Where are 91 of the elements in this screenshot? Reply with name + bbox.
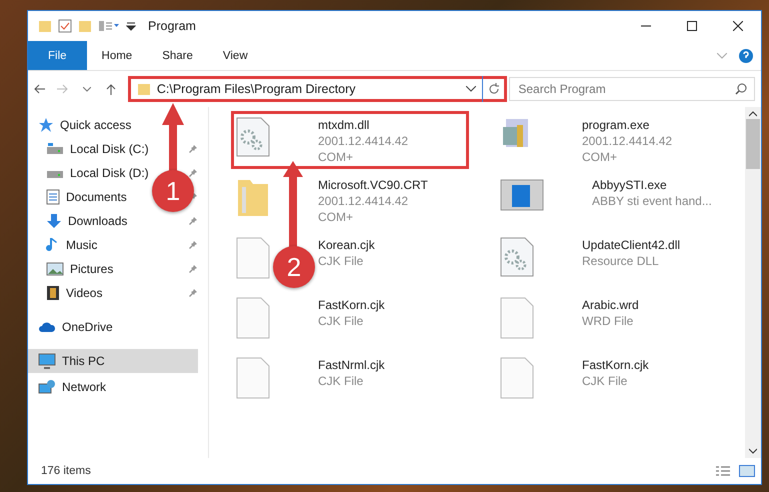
maximize-icon (687, 21, 697, 31)
picture-icon (46, 262, 64, 276)
file-detail: CJK File (318, 253, 364, 269)
forward-arrow-icon (56, 84, 69, 94)
file-detail: Resource DLL (582, 253, 660, 269)
properties-check-icon (58, 19, 72, 33)
file-name: FastNrml.cjk (318, 357, 385, 373)
file-name: Arabic.wrd (582, 297, 639, 313)
ribbon-tab[interactable]: Home (86, 41, 148, 70)
list-dropdown-icon (98, 19, 120, 33)
pin-icon (188, 168, 198, 178)
sidebar-item[interactable]: Local Disk (D:) (28, 161, 153, 185)
file-detail: COM+ (582, 149, 618, 165)
ribbon-tab[interactable]: Share (147, 41, 208, 70)
pin-icon (188, 288, 198, 298)
file-name: Microsoft.VC90.CRT (318, 177, 428, 193)
gear-file-icon (236, 117, 270, 157)
sidebar-item[interactable]: Downloads (28, 209, 132, 233)
film-strip-icon (46, 285, 60, 301)
monitor-icon (38, 353, 56, 369)
download-arrow-icon (46, 213, 62, 229)
sidebar-item[interactable]: This PC (28, 349, 198, 373)
window-title: Program (148, 19, 196, 33)
expand-ribbon-icon (717, 52, 727, 58)
sidebar-item[interactable]: Music (28, 233, 102, 257)
folder-icon (236, 177, 270, 217)
scrollbar-thumb[interactable] (746, 119, 760, 169)
sidebar-item[interactable]: Documents (28, 185, 131, 209)
file-name: AbbyySTI.exe (592, 177, 668, 193)
file-detail: 2001.12.4414.42 (318, 133, 408, 149)
file-detail: WRD File (582, 313, 634, 329)
file-detail: COM+ (318, 149, 354, 165)
sidebar-item[interactable]: Videos (28, 281, 106, 305)
new-folder-icon (78, 19, 92, 33)
pin-icon (188, 216, 198, 226)
details-view-icon (715, 465, 731, 477)
gear-file-icon (500, 237, 534, 277)
pin-icon (188, 240, 198, 250)
cloud-icon (38, 321, 56, 333)
sidebar-item[interactable]: Quick access (28, 113, 198, 137)
star-icon (38, 117, 54, 133)
file-detail: 2001.12.4414.42 (318, 193, 410, 209)
blank-file-icon (500, 357, 534, 399)
address-bar[interactable]: C:\Program Files\Program Directory (128, 76, 508, 102)
file-name: FastKorn.cjk (318, 297, 385, 313)
chevron-down-icon (82, 86, 91, 92)
blank-file-icon (236, 237, 270, 279)
file-name: Korean.cjk (318, 237, 375, 253)
thumbnail-view-icon (739, 465, 755, 477)
item-count: 176 items (41, 465, 91, 477)
help-icon (739, 48, 753, 62)
scroll-down-icon[interactable] (749, 448, 757, 454)
file-detail: 2001.12.4414.42 (582, 133, 672, 149)
pin-icon (188, 144, 198, 154)
pin-icon (188, 264, 198, 274)
app-window-icon (500, 177, 544, 211)
blank-file-icon (236, 357, 270, 399)
search-field[interactable]: Search Program (509, 77, 755, 101)
up-arrow-icon (106, 83, 116, 95)
ribbon-tab[interactable]: View (208, 41, 263, 70)
file-detail: COM+ (318, 209, 354, 225)
back-arrow-icon (32, 84, 45, 94)
folder-icon (136, 82, 151, 96)
music-note-icon (46, 237, 60, 253)
refresh-icon (488, 83, 500, 95)
file-name: program.exe (582, 117, 650, 133)
file-name: mtxdm.dll (318, 117, 370, 133)
close-icon (733, 21, 743, 31)
folder-icon (38, 19, 52, 33)
network-icon (38, 379, 56, 395)
file-detail: ABBY sti event hand... (592, 193, 712, 209)
ribbon-tab[interactable]: File (28, 41, 87, 70)
sidebar-item[interactable]: OneDrive (28, 315, 198, 339)
file-name: UpdateClient42.dll (582, 237, 680, 253)
scroll-up-icon[interactable] (749, 111, 757, 117)
file-detail: CJK File (318, 313, 364, 329)
scrollbar[interactable] (745, 107, 761, 458)
document-icon (46, 189, 60, 205)
highlighted-file-tile[interactable]: mtxdm.dll 2001.12.4414.42 COM+ (231, 111, 469, 169)
customize-caret-icon (126, 20, 136, 32)
sidebar-item[interactable]: Local Disk (C:) (28, 137, 153, 161)
dropdown-caret-icon (466, 86, 476, 92)
file-name: FastKorn.cjk (582, 357, 649, 373)
sidebar-item[interactable]: Network (28, 375, 198, 399)
blank-file-icon (500, 297, 534, 339)
drive-icon (46, 143, 64, 155)
blank-file-icon (236, 297, 270, 339)
sidebar-item[interactable]: Pictures (28, 257, 118, 281)
search-icon (735, 83, 747, 95)
file-detail: CJK File (582, 373, 628, 389)
file-detail: CJK File (318, 373, 364, 389)
